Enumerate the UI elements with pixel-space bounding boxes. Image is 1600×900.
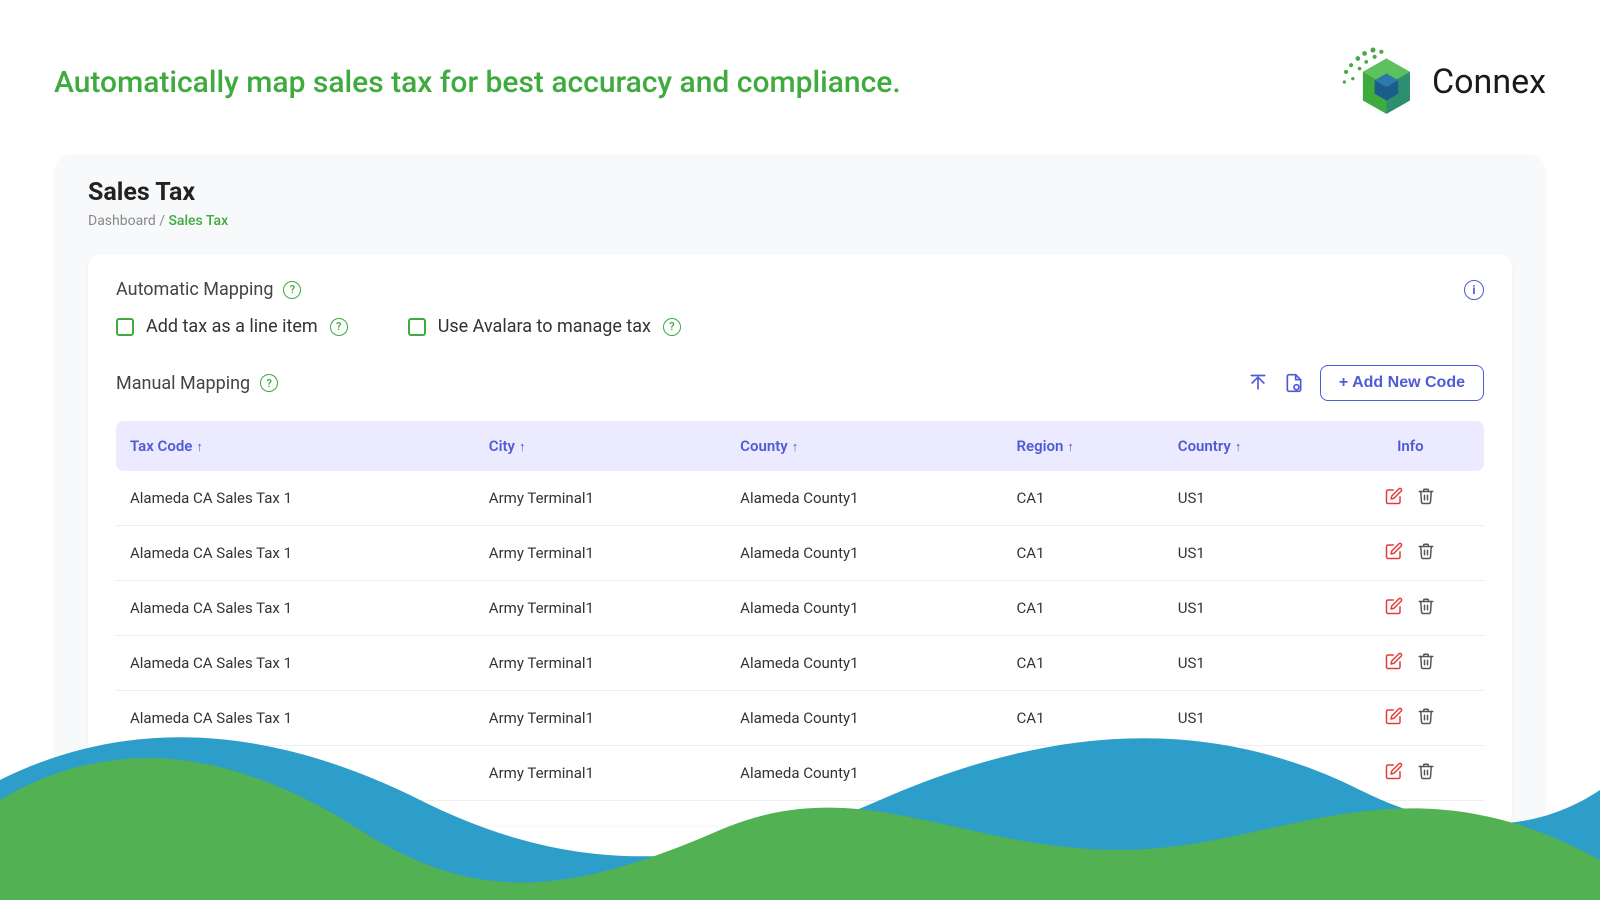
col-region[interactable]: Region↑ [1003,421,1164,471]
checkbox-icon [408,318,426,336]
cell-region: CA1 [1003,746,1164,801]
cell-tax-code: Alameda CA Sales Tax 1 [116,746,475,801]
cell-country: US1 [1164,471,1337,526]
col-city[interactable]: City↑ [475,421,726,471]
table-row: Alameda CA Sales Tax 1Army Terminal1Alam… [116,746,1484,801]
cell-region: CA1 [1003,691,1164,746]
sort-asc-icon: ↑ [1235,440,1242,455]
help-icon[interactable]: ? [260,374,278,392]
cell-county: Alameda County1 [726,471,1002,526]
breadcrumb-current: Sales Tax [168,213,228,229]
main-panel: Sales Tax Dashboard / Sales Tax Automati… [54,154,1546,825]
logo-icon [1336,40,1420,124]
cell-county: Alameda County1 [726,691,1002,746]
table-row: Alameda CA Sales Tax 1Army Terminal1Alam… [116,636,1484,691]
cell-county: Alameda County1 [726,581,1002,636]
cell-tax-code: Alameda CA Sales Tax 1 [116,471,475,526]
edit-icon[interactable] [1385,487,1403,509]
edit-icon[interactable] [1385,652,1403,674]
trash-icon[interactable] [1417,597,1435,619]
edit-icon[interactable] [1385,542,1403,564]
cell-city: Army Terminal1 [475,526,726,581]
help-icon[interactable]: ? [663,318,681,336]
cell-county: Alameda County1 [726,636,1002,691]
edit-icon[interactable] [1385,597,1403,619]
brand-name: Connex [1432,62,1546,102]
trash-icon[interactable] [1417,762,1435,784]
sort-asc-icon: ↑ [196,440,203,455]
cell-country: US1 [1164,636,1337,691]
cell-country: US1 [1164,691,1337,746]
table-row: Alameda CA Sales Tax 1Army Terminal1Alam… [116,691,1484,746]
cell-region: CA1 [1003,471,1164,526]
export-icon[interactable] [1284,373,1304,393]
cell-tax-code: Alameda CA Sales Tax 1 [116,526,475,581]
cell-tax-code: Alameda CA Sales Tax 1 [116,581,475,636]
checkbox-use-avalara[interactable]: Use Avalara to manage tax ? [408,316,681,337]
sort-asc-icon: ↑ [1067,440,1074,455]
cell-country: US1 [1164,746,1337,801]
help-icon[interactable]: ? [283,281,301,299]
table-row: Alameda CA Sales Tax 1Army Terminal1Alam… [116,581,1484,636]
upload-icon[interactable] [1248,373,1268,393]
page-title: Sales Tax [88,178,1512,207]
brand: Connex [1336,40,1546,124]
checkbox-icon [116,318,134,336]
automatic-mapping-label: Automatic Mapping ? [116,279,301,300]
sort-asc-icon: ↑ [519,440,526,455]
col-country[interactable]: Country↑ [1164,421,1337,471]
tax-codes-table: Tax Code↑ City↑ County↑ Region↑ Country↑… [116,421,1484,801]
trash-icon[interactable] [1417,542,1435,564]
sort-asc-icon: ↑ [792,440,799,455]
cell-county: Alameda County1 [726,526,1002,581]
cell-city: Army Terminal1 [475,691,726,746]
col-county[interactable]: County↑ [726,421,1002,471]
info-icon[interactable]: i [1464,280,1484,300]
breadcrumb-root[interactable]: Dashboard [88,213,156,229]
cell-city: Army Terminal1 [475,636,726,691]
help-icon[interactable]: ? [330,318,348,336]
add-new-code-button[interactable]: + Add New Code [1320,365,1484,401]
cell-region: CA1 [1003,636,1164,691]
cell-country: US1 [1164,581,1337,636]
trash-icon[interactable] [1417,707,1435,729]
tagline: Automatically map sales tax for best acc… [54,65,901,100]
cell-city: Army Terminal1 [475,746,726,801]
trash-icon[interactable] [1417,652,1435,674]
cell-county: Alameda County1 [726,746,1002,801]
table-row: Alameda CA Sales Tax 1Army Terminal1Alam… [116,471,1484,526]
manual-mapping-label: Manual Mapping ? [116,373,278,394]
cell-region: CA1 [1003,526,1164,581]
edit-icon[interactable] [1385,762,1403,784]
cell-city: Army Terminal1 [475,581,726,636]
checkbox-add-tax-line-item[interactable]: Add tax as a line item ? [116,316,348,337]
col-info: Info [1337,421,1484,471]
settings-card: Automatic Mapping ? i Add tax as a line … [88,255,1512,825]
cell-country: US1 [1164,526,1337,581]
cell-city: Army Terminal1 [475,471,726,526]
breadcrumb: Dashboard / Sales Tax [88,213,1512,229]
cell-tax-code: Alameda CA Sales Tax 1 [116,691,475,746]
edit-icon[interactable] [1385,707,1403,729]
trash-icon[interactable] [1417,487,1435,509]
col-tax-code[interactable]: Tax Code↑ [116,421,475,471]
table-row: Alameda CA Sales Tax 1Army Terminal1Alam… [116,526,1484,581]
cell-tax-code: Alameda CA Sales Tax 1 [116,636,475,691]
cell-region: CA1 [1003,581,1164,636]
